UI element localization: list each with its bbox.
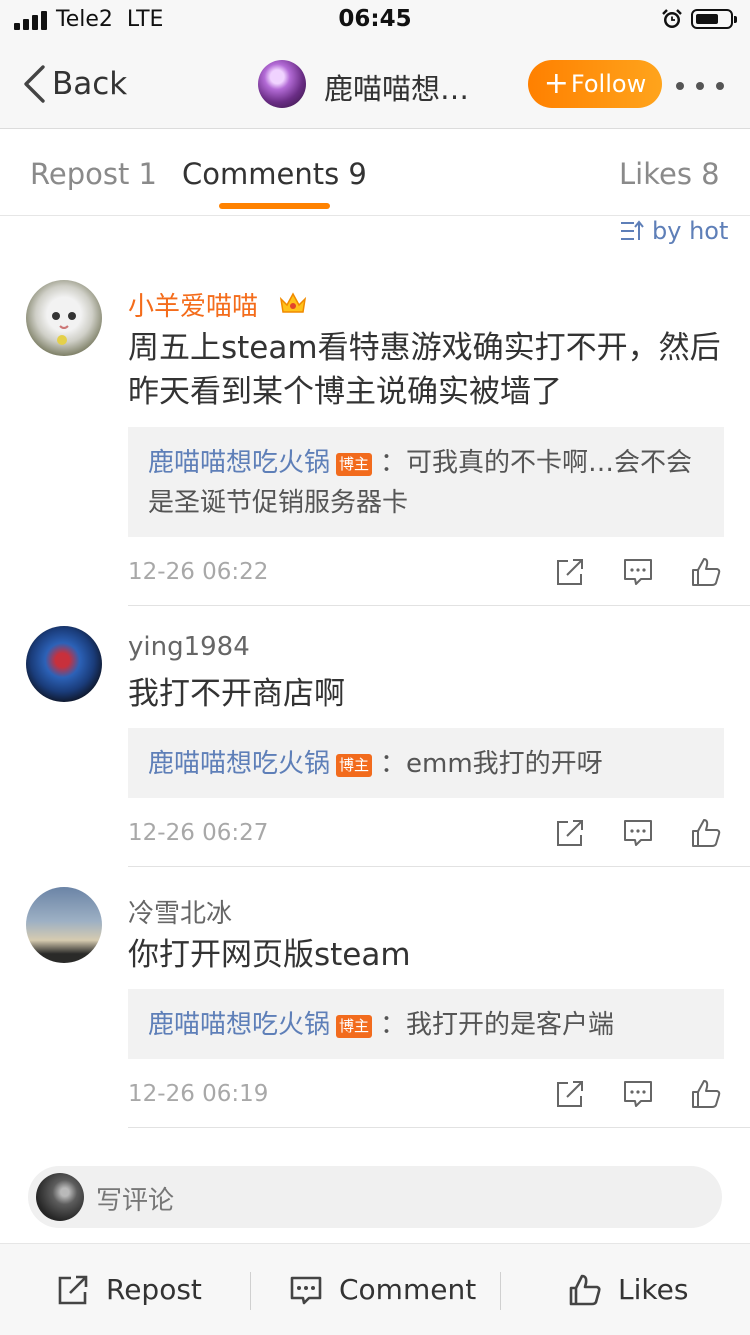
comment-actions [554,817,724,851]
comment-timestamp: 12-26 06:19 [128,1081,269,1107]
blogger-badge: 博主 [336,754,373,777]
follow-label: Follow [570,70,647,98]
sort-label: by hot [652,217,729,245]
status-bar: Tele2 LTE 06:45 [0,0,750,40]
reply-username[interactable]: 鹿喵喵想吃火锅 [148,749,330,779]
thumbs-up-icon [569,1274,601,1305]
blogger-badge: 博主 [336,453,373,476]
comment-actions [554,556,724,590]
status-time: 06:45 [338,6,412,32]
tab-active-indicator [219,203,330,209]
plus-icon: + [543,66,569,101]
blogger-badge: 博主 [336,1015,373,1038]
reply-username[interactable]: 鹿喵喵想吃火锅 [148,448,330,478]
comment-item: ying1984 我打不开商店啊 鹿喵喵想吃火锅 博主 ：emm我打的开呀 12-2… [0,626,750,868]
comment-username[interactable]: ying1984 [128,632,250,662]
comment-text: 你打开网页版steam [128,937,411,973]
avatar[interactable] [26,887,102,963]
share-icon[interactable] [554,1078,586,1110]
my-avatar [36,1173,84,1221]
comment-timestamp: 12-26 06:27 [128,820,269,846]
back-button[interactable]: Back [22,62,127,106]
likes-button[interactable]: Likes [568,1244,688,1335]
comment-actions [554,1078,724,1112]
avatar[interactable] [26,280,102,356]
repost-button[interactable]: Repost [56,1244,202,1335]
tab-likes[interactable]: Likes 8 [619,157,720,191]
comment-username[interactable]: 冷雪北冰 [128,893,232,930]
write-comment-placeholder: 写评论 [96,1186,175,1216]
battery-icon [691,9,737,29]
nav-bar: Back 鹿喵喵想… + Follow [0,40,750,129]
tab-repost[interactable]: Repost 1 [30,157,157,191]
tab-comments[interactable]: Comments 9 [182,157,367,191]
author-reply[interactable]: 鹿喵喵想吃火锅 博主 ：我打开的是客户端 [128,989,724,1059]
like-icon[interactable] [690,1078,722,1110]
sort-by-hot-button[interactable]: by hot [620,216,728,246]
comment-divider [128,1127,750,1128]
bottom-toolbar: Repost Comment Likes [0,1243,750,1335]
author-avatar[interactable] [258,60,306,108]
comment-divider [128,605,750,606]
comment-text: 周五上steam看特惠游戏确实打不开，然后昨天看到某个博主说确实被墙了 [128,330,721,410]
reply-username[interactable]: 鹿喵喵想吃火锅 [148,1010,330,1040]
sort-icon [621,220,644,240]
alarm-icon [662,9,682,28]
toolbar-divider [500,1272,501,1310]
comment-divider [128,866,750,867]
like-icon[interactable] [690,817,722,849]
like-icon[interactable] [690,556,722,588]
more-options-icon[interactable] [676,82,726,92]
reply-text: ：emm我打的开呀 [380,749,603,779]
comment-timestamp: 12-26 06:22 [128,559,269,585]
follow-button[interactable]: + Follow [528,60,662,108]
comment-label: Comment [339,1273,477,1306]
comment-item: 小羊爱喵喵 周五上steam看特惠游戏确实打不开，然后昨天看到某个博主说确实被墙… [0,280,750,606]
tab-bar: Repost 1 Comments 9 Likes 8 [0,129,750,216]
repost-label: Repost [106,1273,202,1306]
comment-text: 我打不开商店啊 [128,676,345,712]
likes-label: Likes [618,1273,689,1306]
chevron-left-icon [24,65,45,103]
comment-icon [290,1276,322,1304]
author-reply[interactable]: 鹿喵喵想吃火锅 博主 ：可我真的不卡啊…会不会是圣诞节促销服务器卡 [128,427,724,537]
comment-item: 冷雪北冰 你打开网页版steam 鹿喵喵想吃火锅 博主 ：我打开的是客户端 12-2… [0,887,750,1129]
share-icon[interactable] [554,817,586,849]
reply-icon[interactable] [622,1078,654,1110]
toolbar-divider [250,1272,251,1310]
comment-username[interactable]: 小羊爱喵喵 [128,286,258,323]
vip-crown-icon [279,292,307,313]
reply-icon[interactable] [622,556,654,588]
back-label: Back [52,66,128,102]
reply-icon[interactable] [622,817,654,849]
reply-text: ：我打开的是客户端 [380,1010,615,1040]
write-comment-input[interactable]: 写评论 [28,1166,722,1228]
nav-title[interactable]: 鹿喵喵想… [324,66,469,108]
author-reply[interactable]: 鹿喵喵想吃火锅 博主 ：emm我打的开呀 [128,728,724,798]
comment-button[interactable]: Comment [289,1244,476,1335]
repost-icon [58,1275,88,1304]
share-icon[interactable] [554,556,586,588]
avatar[interactable] [26,626,102,702]
cat-avatar-image [52,312,76,345]
